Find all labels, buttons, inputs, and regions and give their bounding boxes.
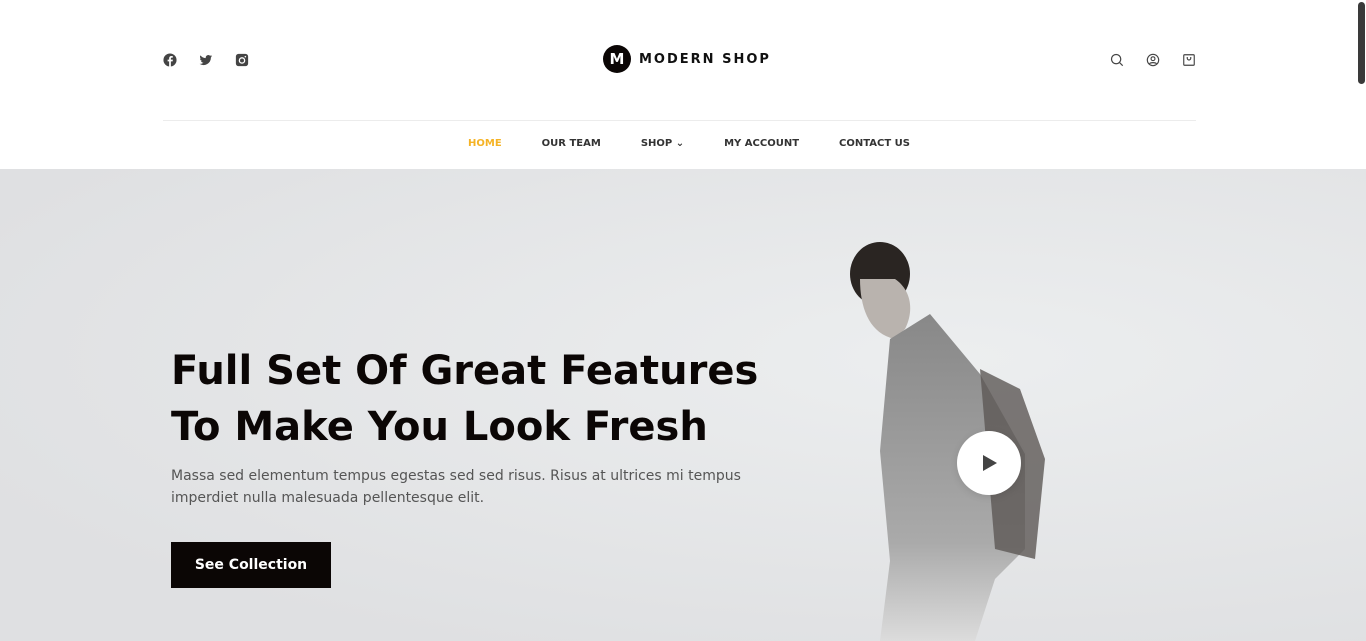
- hero-section: Full Set Of Great Features To Make You Lo…: [0, 169, 1366, 641]
- instagram-icon[interactable]: [235, 53, 249, 67]
- main-nav: HOME OUR TEAM SHOP ⌄ MY ACCOUNT CONTACT …: [0, 138, 1366, 149]
- scrollbar-thumb[interactable]: [1358, 2, 1365, 84]
- hero-title-line2: To Make You Look Fresh: [171, 404, 708, 450]
- nav-shop-label: SHOP: [640, 138, 673, 149]
- social-links: [163, 53, 249, 67]
- nav-contact-us[interactable]: CONTACT US: [839, 138, 910, 149]
- cart-icon[interactable]: [1182, 53, 1196, 67]
- search-icon[interactable]: [1110, 53, 1124, 67]
- see-collection-button[interactable]: See Collection: [171, 542, 331, 588]
- chevron-down-icon: ⌄: [675, 138, 685, 149]
- brand-name: MODERN SHOP: [639, 51, 771, 67]
- scrollbar[interactable]: [1356, 0, 1366, 641]
- logo-mark: M: [603, 45, 631, 73]
- nav-my-account[interactable]: MY ACCOUNT: [724, 138, 799, 149]
- site-header: M MODERN SHOP HOME OUR TEAM SHOP ⌄ MY AC…: [0, 0, 1366, 169]
- twitter-icon[interactable]: [199, 53, 213, 67]
- play-icon: [983, 455, 997, 471]
- header-tools: [1110, 53, 1196, 67]
- facebook-icon[interactable]: [163, 53, 177, 67]
- hero-subtitle: Massa sed elementum tempus egestas sed s…: [171, 468, 741, 506]
- nav-shop[interactable]: SHOP ⌄: [641, 138, 684, 149]
- nav-home[interactable]: HOME: [468, 138, 502, 149]
- nav-our-team[interactable]: OUR TEAM: [542, 138, 601, 149]
- play-video-button[interactable]: [957, 431, 1021, 495]
- hero-model-image: [850, 242, 1045, 641]
- logo[interactable]: M MODERN SHOP: [603, 45, 771, 73]
- header-divider: [163, 120, 1196, 121]
- hero-title-line1: Full Set Of Great Features: [171, 348, 759, 394]
- hero-title: Full Set Of Great Features To Make You Lo…: [171, 343, 791, 455]
- user-icon[interactable]: [1146, 53, 1160, 67]
